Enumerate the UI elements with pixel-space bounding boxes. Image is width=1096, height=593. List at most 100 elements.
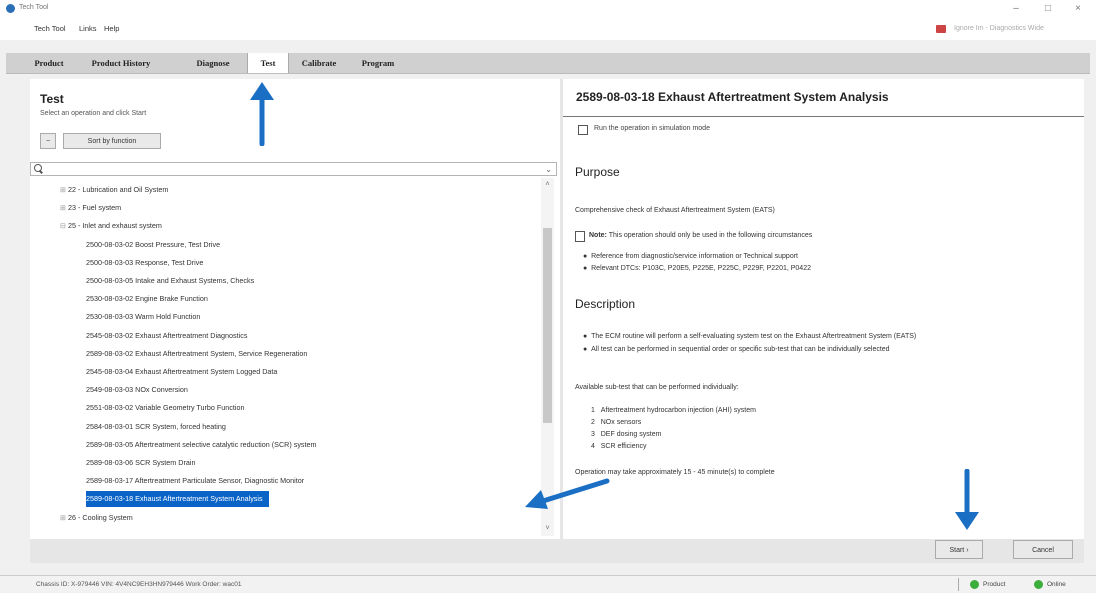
- scroll-down-icon[interactable]: ˅: [541, 522, 554, 536]
- tree-item-label: 26 - Cooling System: [68, 512, 133, 522]
- tree-item-label: 22 - Lubrication and Oil System: [68, 185, 169, 194]
- tab-test[interactable]: Test: [247, 53, 289, 73]
- menu-links[interactable]: Links: [79, 24, 97, 33]
- tree-item[interactable]: 2500-08-03-03 Response, Test Drive: [86, 255, 209, 271]
- scroll-up-icon[interactable]: ˄: [541, 178, 554, 192]
- expand-icon[interactable]: ⊞: [60, 513, 66, 522]
- search-input[interactable]: ⌄: [30, 162, 557, 176]
- note-icon: [575, 231, 585, 242]
- title-bar: Tech Tool – □ ×: [0, 0, 1096, 18]
- subtest-item: 2 NOx sensors: [591, 419, 642, 426]
- tree-item[interactable]: 2545-08-03-04 Exhaust Aftertreatment Sys…: [86, 364, 283, 380]
- tree-item-label: 2530-08-03-03 Warm Hold Function: [86, 312, 201, 322]
- desc-bullet: ● All test can be performed in sequentia…: [583, 346, 890, 353]
- tree-item[interactable]: 2589-08-03-02 Exhaust Aftertreatment Sys…: [86, 346, 313, 362]
- action-bar: [30, 539, 1084, 563]
- tree-item[interactable]: 2530-08-03-03 Warm Hold Function: [86, 309, 206, 325]
- vehicle-info: Chassis ID: X-979446 VIN: 4V4NC9EH3HN979…: [36, 581, 242, 588]
- simulation-label[interactable]: Run the operation in simulation mode: [594, 125, 710, 132]
- note-label: Note:: [589, 232, 607, 239]
- product-status-icon: [970, 580, 979, 589]
- search-icon: [34, 164, 42, 172]
- product-status-label: Product: [983, 581, 1006, 588]
- main-tabs: Product Product History Diagnose Test Ca…: [6, 53, 1090, 74]
- user-name: Ignore Im - Diagnostics Wide: [954, 25, 1044, 32]
- panel-title: Test: [40, 92, 64, 106]
- tree-item-label: 25 - Inlet and exhaust system: [68, 221, 162, 231]
- simulation-checkbox[interactable]: [578, 125, 588, 135]
- tree-item-label: 2589-08-03-18 Exhaust Aftertreatment Sys…: [86, 494, 263, 504]
- collapse-all-button[interactable]: −: [40, 133, 56, 149]
- scroll-thumb[interactable]: [543, 228, 552, 423]
- tree-item[interactable]: 2551-08-03-02 Variable Geometry Turbo Fu…: [86, 400, 250, 416]
- operation-title: 2589-08-03-18 Exhaust Aftertreatment Sys…: [576, 90, 889, 104]
- desc-bullet: ● The ECM routine will perform a self-ev…: [583, 333, 917, 340]
- expand-icon[interactable]: ⊞: [60, 185, 66, 194]
- operation-details-panel: 2589-08-03-18 Exhaust Aftertreatment Sys…: [563, 79, 1084, 539]
- note-text: This operation should only be used in th…: [608, 232, 813, 239]
- menu-tech-tool[interactable]: Tech Tool: [34, 24, 66, 33]
- tree-item-label: 2545-08-03-02 Exhaust Aftertreatment Dia…: [86, 330, 248, 340]
- title-divider: [563, 116, 1084, 117]
- user-icon: [936, 25, 946, 33]
- tree-item-label: 2530-08-03-02 Engine Brake Function: [86, 294, 208, 304]
- tab-product-history[interactable]: Product History: [80, 53, 162, 73]
- tree-item[interactable]: 2500-08-03-05 Intake and Exhaust Systems…: [86, 273, 260, 289]
- duration-text: Operation may take approximately 15 - 45…: [575, 469, 775, 476]
- tree-item-label: 2584-08-03-01 SCR System, forced heating: [86, 421, 226, 431]
- menu-help[interactable]: Help: [104, 24, 119, 33]
- note-bullet: ● Reference from diagnostic/service info…: [583, 253, 798, 260]
- start-button[interactable]: Start ›: [935, 540, 983, 559]
- subtest-item: 4 SCR efficiency: [591, 443, 647, 450]
- tree-item-label: 23 - Fuel system: [68, 203, 122, 213]
- minimize-button[interactable]: –: [1002, 2, 1030, 16]
- online-status-label: Online: [1047, 581, 1066, 588]
- menu-bar: Tech Tool Links Help: [0, 18, 1096, 40]
- tree-item-label: 2589-08-03-06 SCR System Drain: [86, 458, 196, 467]
- chevron-down-icon[interactable]: ⌄: [545, 163, 552, 176]
- tree-item[interactable]: 2500-08-03-02 Boost Pressure, Test Drive: [86, 237, 226, 253]
- tab-product[interactable]: Product: [24, 53, 74, 73]
- tree-scrollbar[interactable]: ˄ ˅: [541, 178, 554, 536]
- tree-item-label: 2545-08-03-04 Exhaust Aftertreatment Sys…: [86, 367, 278, 376]
- sort-by-function-button[interactable]: Sort by function: [63, 133, 161, 149]
- tree-item[interactable]: 2530-08-03-02 Engine Brake Function: [86, 291, 214, 307]
- tree-group[interactable]: ⊞ 23 - Fuel system: [60, 200, 121, 216]
- tree-item-selected[interactable]: 2589-08-03-18 Exhaust Aftertreatment Sys…: [86, 491, 269, 508]
- tree-item-label: 2500-08-03-05 Intake and Exhaust Systems…: [86, 276, 255, 285]
- purpose-heading: Purpose: [575, 165, 620, 179]
- window-title: Tech Tool: [19, 4, 49, 11]
- tree-item-label: 2589-08-03-05 Aftertreatment selective c…: [86, 439, 317, 449]
- tree-group[interactable]: ⊟ 25 - Inlet and exhaust system: [60, 218, 162, 234]
- tree-item[interactable]: 2589-08-03-17 Aftertreatment Particulate…: [86, 473, 310, 489]
- tree-item[interactable]: 2549-08-03-03 NOx Conversion: [86, 382, 194, 398]
- tree-item-label: 2589-08-03-02 Exhaust Aftertreatment Sys…: [86, 348, 308, 358]
- tree-item[interactable]: 2584-08-03-01 SCR System, forced heating: [86, 419, 232, 435]
- close-button[interactable]: ×: [1064, 2, 1092, 16]
- note-line: Note: This operation should only be used…: [589, 232, 812, 239]
- tab-program[interactable]: Program: [349, 53, 407, 73]
- description-heading: Description: [575, 297, 636, 311]
- tree-item[interactable]: 2589-08-03-06 SCR System Drain: [86, 455, 201, 471]
- tab-diagnose[interactable]: Diagnose: [183, 53, 243, 73]
- tree-item[interactable]: 2589-08-03-05 Aftertreatment selective c…: [86, 437, 323, 453]
- tree-item-label: 2500-08-03-02 Boost Pressure, Test Drive: [86, 239, 221, 249]
- maximize-button[interactable]: □: [1034, 2, 1062, 16]
- tree-item-label: 2500-08-03-03 Response, Test Drive: [86, 257, 204, 267]
- subtest-item: 3 DEF dosing system: [591, 431, 662, 438]
- tree-group[interactable]: ⊞ 22 - Lubrication and Oil System: [60, 182, 168, 198]
- subtests-intro: Available sub-test that can be performed…: [575, 384, 739, 391]
- subtest-item: 1 Aftertreatment hydrocarbon injection (…: [591, 407, 756, 414]
- status-bar: Chassis ID: X-979446 VIN: 4V4NC9EH3HN979…: [0, 575, 1096, 593]
- cancel-button[interactable]: Cancel: [1013, 540, 1073, 559]
- tree-item[interactable]: 2545-08-03-02 Exhaust Aftertreatment Dia…: [86, 328, 253, 344]
- app-icon: [6, 4, 15, 13]
- purpose-text: Comprehensive check of Exhaust Aftertrea…: [575, 207, 775, 214]
- operation-tree: ⊞ 22 - Lubrication and Oil System ⊞ 23 - Fu…: [30, 178, 540, 538]
- note-bullet: ● Relevant DTCs: P103C, P20E5, P225E, P2…: [583, 265, 811, 272]
- expand-icon[interactable]: ⊞: [60, 203, 66, 212]
- tree-group[interactable]: ⊞ 26 - Cooling System: [60, 510, 133, 526]
- collapse-icon[interactable]: ⊟: [60, 221, 66, 230]
- tab-calibrate[interactable]: Calibrate: [291, 53, 347, 73]
- tree-item-label: 2551-08-03-02 Variable Geometry Turbo Fu…: [86, 403, 245, 413]
